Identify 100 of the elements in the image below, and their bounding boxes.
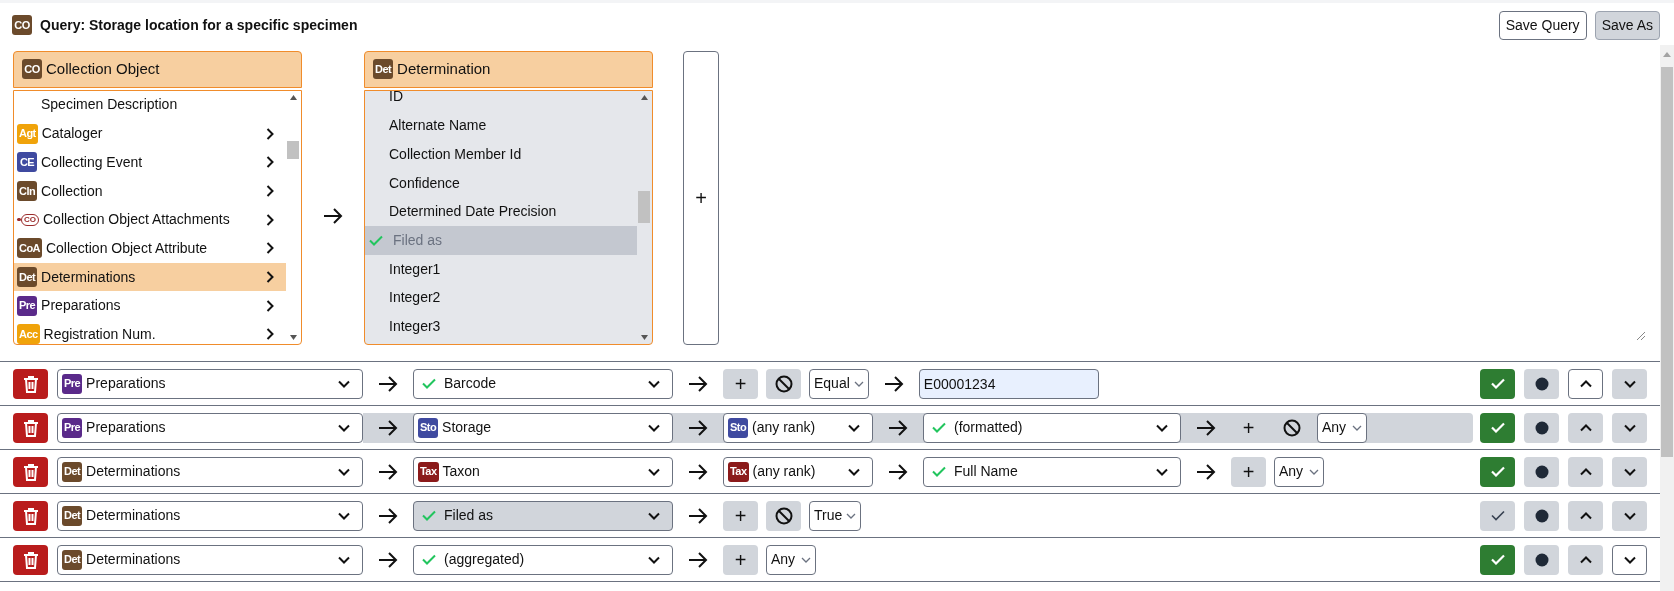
scroll-down-icon[interactable] — [641, 335, 648, 340]
field-item[interactable]: Confidence — [365, 168, 637, 198]
check-icon — [932, 466, 946, 477]
field-item[interactable]: Cln Collection — [14, 176, 286, 206]
operator-select[interactable]: Any — [1274, 456, 1324, 487]
scroll-up-icon[interactable] — [641, 94, 648, 100]
move-down-button[interactable] — [1612, 500, 1647, 531]
display-toggle[interactable] — [1480, 456, 1515, 487]
chevron-down-icon — [1623, 467, 1636, 476]
field-item[interactable]: Collection Member Id — [365, 140, 637, 169]
delete-button[interactable] — [13, 412, 48, 443]
negate-button[interactable] — [766, 500, 801, 531]
check-icon — [1490, 510, 1505, 521]
table-badge: Sto — [728, 417, 749, 438]
chevron-down-icon — [801, 556, 811, 563]
field-select[interactable]: Tax Taxon — [413, 456, 673, 487]
field-item[interactable]: Determined Date Precision — [365, 197, 637, 227]
scroll-up-icon[interactable] — [290, 94, 297, 100]
move-up-button[interactable] — [1568, 500, 1603, 531]
field-item[interactable]: Alternate Name — [365, 111, 637, 140]
field-select[interactable]: Det Determinations — [57, 456, 363, 487]
resize-handle-icon[interactable] — [1636, 331, 1646, 341]
arrow-right-icon — [378, 419, 398, 436]
display-toggle[interactable] — [1480, 544, 1515, 575]
operator-select[interactable]: Any — [1317, 412, 1367, 443]
field-select[interactable]: Det Determinations — [57, 500, 363, 531]
chevron-down-icon — [848, 423, 860, 432]
page-scrollbar[interactable] — [1660, 45, 1674, 591]
operator-select[interactable]: Equal — [809, 368, 869, 399]
move-up-button[interactable] — [1568, 544, 1603, 575]
field-item[interactable]: Acc Registration Num. — [14, 320, 286, 344]
value-input[interactable]: E00001234 — [918, 368, 1099, 399]
delete-button[interactable] — [13, 456, 48, 487]
check-icon — [422, 378, 436, 389]
field-item[interactable]: Agt Cataloger — [14, 119, 286, 148]
field-select[interactable]: Filed as — [413, 500, 673, 531]
scroll-thumb[interactable] — [638, 190, 650, 223]
field-item[interactable]: Integer2 — [365, 283, 637, 313]
table-badge: CO — [12, 15, 32, 35]
field-select[interactable]: Pre Preparations — [57, 368, 363, 399]
add-button[interactable]: + — [723, 500, 758, 531]
trash-icon — [22, 462, 39, 481]
sort-button[interactable] — [1524, 544, 1559, 575]
prohibited-icon — [774, 374, 793, 393]
table-badge: Acc — [17, 324, 40, 344]
chevron-down-icon — [848, 467, 860, 476]
field-select[interactable]: (formatted) — [923, 412, 1181, 443]
field-item[interactable]: Specimen Description — [14, 90, 286, 120]
move-down-button[interactable] — [1612, 412, 1647, 443]
delete-button[interactable] — [13, 368, 48, 399]
sort-button[interactable] — [1524, 368, 1559, 399]
chevron-up-icon — [1579, 555, 1592, 564]
field-item[interactable]: CE Collecting Event — [14, 148, 286, 177]
check-icon — [1490, 378, 1505, 389]
add-button[interactable]: + — [1231, 456, 1266, 487]
operator-select[interactable]: Any — [766, 544, 816, 575]
field-item[interactable]: Det Determinations — [14, 262, 286, 292]
add-button[interactable]: + — [723, 368, 758, 399]
move-up-button[interactable] — [1568, 456, 1603, 487]
field-select[interactable]: (aggregated) — [413, 544, 673, 575]
field-select[interactable]: Sto (any rank) — [723, 412, 873, 443]
display-toggle[interactable] — [1480, 500, 1515, 531]
delete-button[interactable] — [13, 500, 48, 531]
move-up-button[interactable] — [1568, 412, 1603, 443]
chevron-down-icon — [1309, 468, 1319, 475]
add-button[interactable]: + — [1231, 412, 1266, 443]
check-icon — [422, 510, 436, 521]
display-toggle[interactable] — [1480, 368, 1515, 399]
sort-button[interactable] — [1524, 500, 1559, 531]
field-select[interactable]: Barcode — [413, 368, 673, 399]
field-item[interactable]: Pre Preparations — [14, 291, 286, 321]
chevron-up-icon — [1579, 467, 1592, 476]
field-select[interactable]: Pre Preparations — [57, 412, 363, 443]
field-item[interactable]: CO Collection Object Attachments — [14, 205, 286, 235]
sort-button[interactable] — [1524, 412, 1559, 443]
move-down-button[interactable] — [1612, 368, 1647, 399]
field-select[interactable]: Full Name — [923, 456, 1181, 487]
prohibited-icon — [774, 506, 793, 525]
field-select[interactable]: Det Determinations — [57, 544, 363, 575]
add-button[interactable]: + — [723, 544, 758, 575]
add-table-button[interactable]: + — [683, 51, 719, 345]
field-item[interactable]: CoA Collection Object Attribute — [14, 234, 286, 263]
operator-select[interactable]: True — [809, 500, 862, 531]
dot-icon — [1534, 552, 1549, 567]
field-item[interactable]: ID — [365, 90, 637, 112]
field-item[interactable]: Integer3 — [365, 312, 637, 341]
scroll-thumb[interactable] — [287, 140, 299, 159]
field-select[interactable]: Sto Storage — [413, 412, 673, 443]
sort-button[interactable] — [1524, 456, 1559, 487]
negate-button[interactable] — [766, 368, 801, 399]
field-select[interactable]: Tax (any rank) — [723, 456, 873, 487]
table-title: Determination — [397, 59, 491, 80]
field-item[interactable]: Integer1 — [365, 254, 637, 284]
arrow-right-icon — [378, 463, 398, 480]
delete-button[interactable] — [13, 544, 48, 575]
header-button[interactable]: Save Query — [1498, 10, 1587, 40]
move-down-button[interactable] — [1612, 456, 1647, 487]
display-toggle[interactable] — [1480, 412, 1515, 443]
chevron-up-icon — [1579, 423, 1592, 432]
scroll-down-icon[interactable] — [290, 335, 297, 340]
